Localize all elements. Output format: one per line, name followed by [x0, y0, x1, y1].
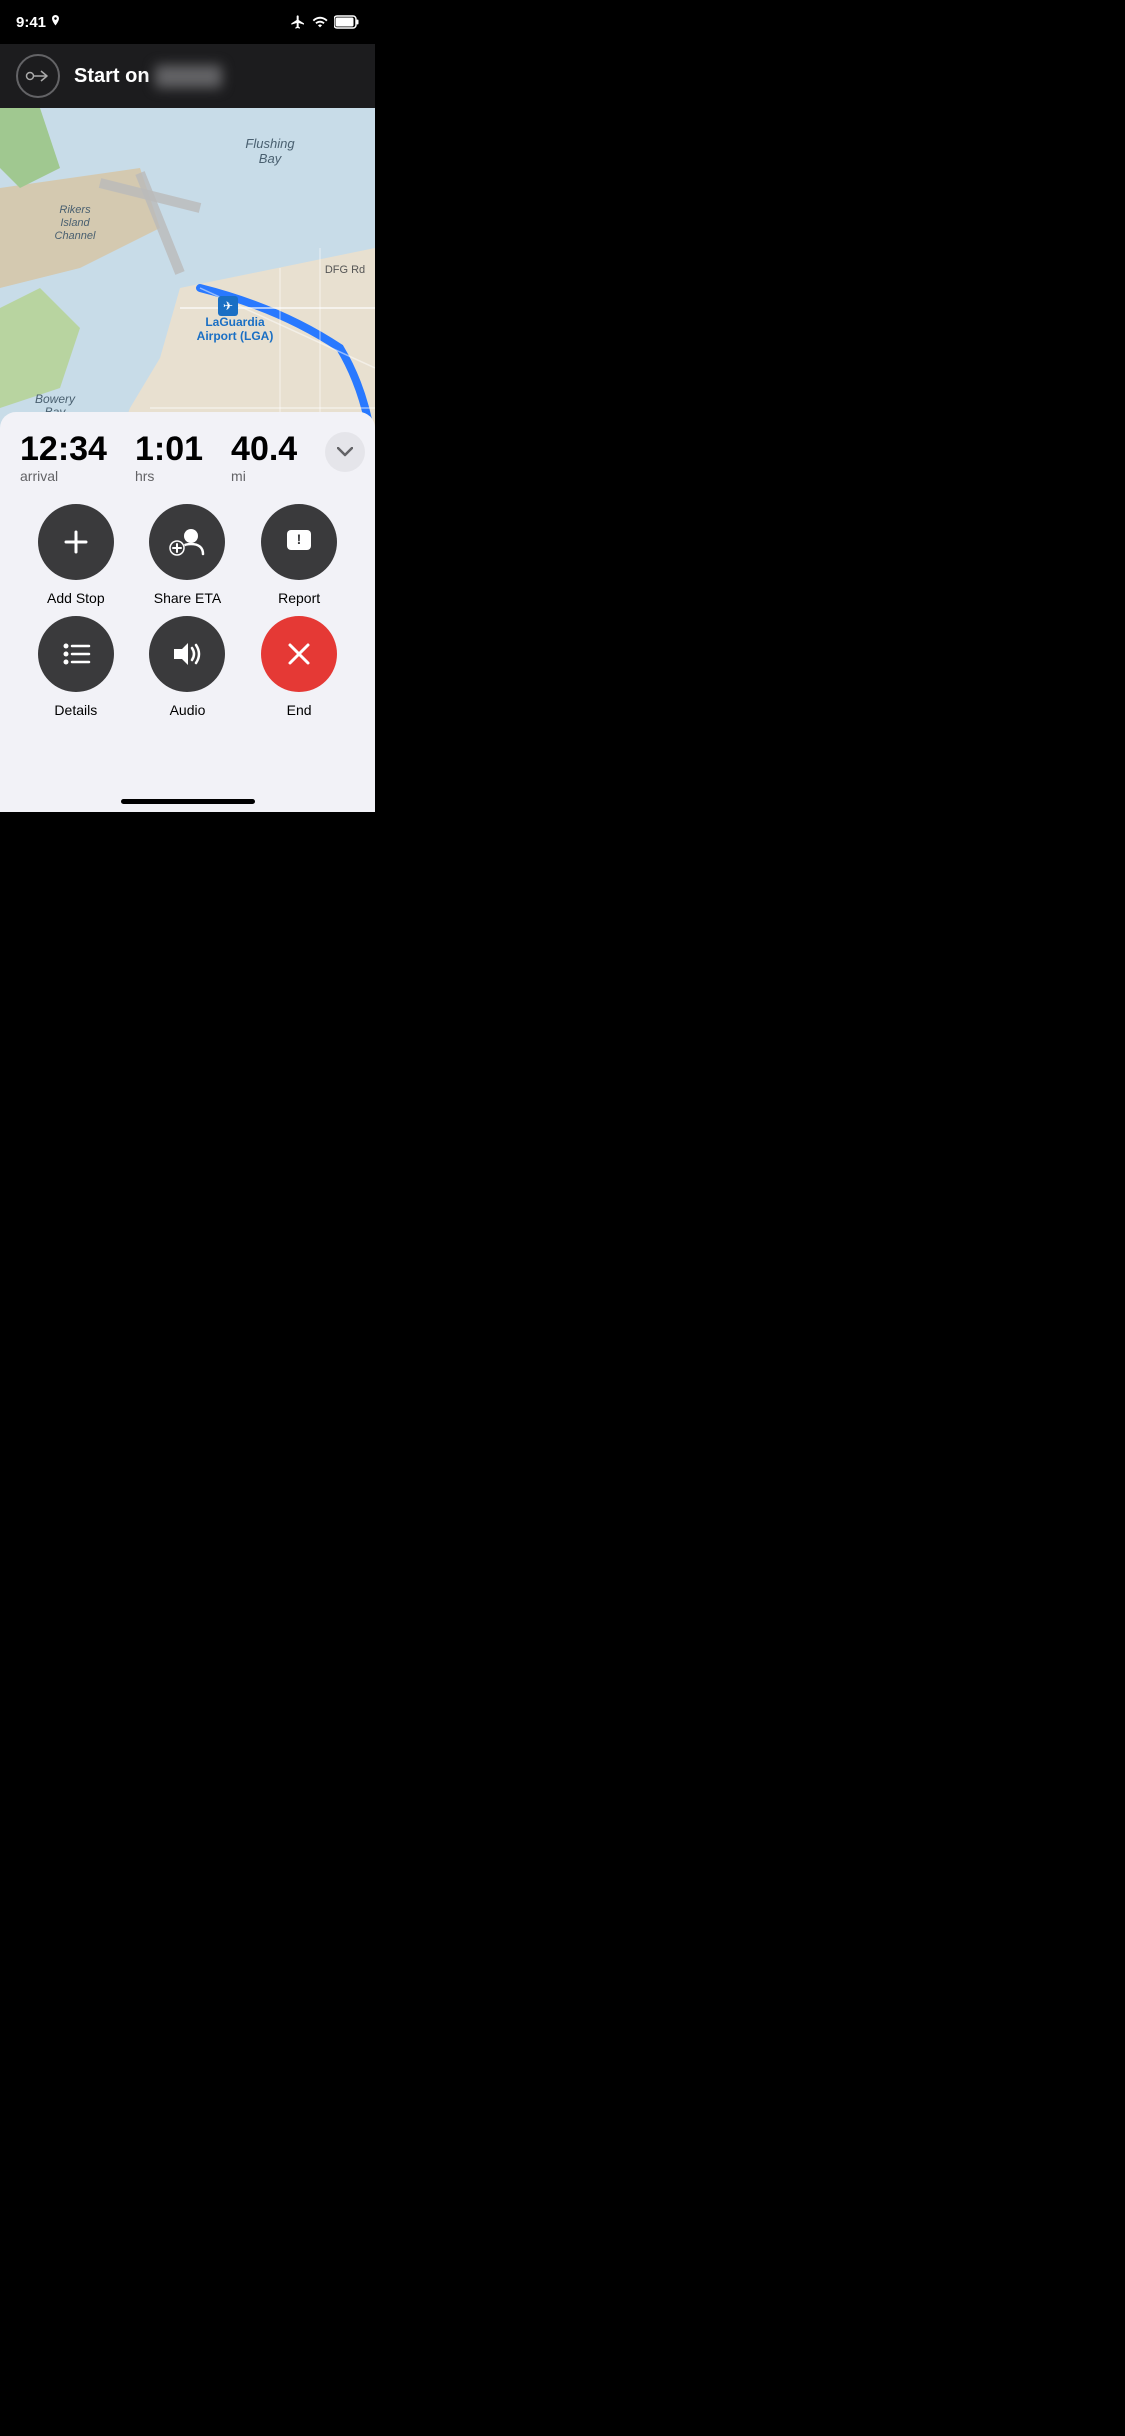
add-stop-icon-circle — [38, 504, 114, 580]
svg-text:Island: Island — [60, 217, 90, 229]
location-icon — [50, 15, 61, 29]
eta-duration: 1:01 hrs — [135, 432, 203, 484]
svg-text:DFG Rd: DFG Rd — [325, 264, 365, 276]
share-eta-icon-circle — [149, 504, 225, 580]
audio-icon-circle — [149, 616, 225, 692]
svg-text:!: ! — [297, 531, 302, 547]
svg-text:Bowery: Bowery — [35, 392, 76, 406]
svg-text:✈: ✈ — [223, 299, 233, 313]
direction-icon — [16, 54, 60, 98]
wifi-icon — [312, 14, 328, 30]
nav-banner: Start on — [0, 44, 375, 108]
svg-text:Flushing: Flushing — [245, 136, 295, 151]
status-bar: 9:41 — [0, 0, 375, 44]
bottom-sheet: 12:34 arrival 1:01 hrs 40.4 mi — [0, 412, 375, 812]
report-icon-circle: ! — [261, 504, 337, 580]
share-eta-button[interactable]: Share ETA — [137, 504, 237, 606]
add-stop-label: Add Stop — [47, 590, 105, 606]
home-indicator — [121, 799, 255, 804]
svg-text:Bay: Bay — [259, 151, 283, 166]
status-icons — [290, 14, 359, 30]
arrival-label: arrival — [20, 468, 107, 484]
details-icon-circle — [38, 616, 114, 692]
share-eta-label: Share ETA — [154, 590, 221, 606]
battery-icon — [334, 15, 359, 29]
details-button[interactable]: Details — [26, 616, 126, 718]
audio-label: Audio — [170, 702, 206, 718]
status-time: 9:41 — [16, 14, 61, 31]
end-label: End — [287, 702, 312, 718]
details-label: Details — [54, 702, 97, 718]
eta-row: 12:34 arrival 1:01 hrs 40.4 mi — [0, 412, 375, 494]
expand-button[interactable] — [325, 432, 365, 472]
add-stop-button[interactable]: Add Stop — [26, 504, 126, 606]
report-button[interactable]: ! Report — [249, 504, 349, 606]
report-label: Report — [278, 590, 320, 606]
svg-text:Rikers: Rikers — [59, 204, 91, 216]
clock: 9:41 — [16, 14, 46, 31]
end-button[interactable]: End — [249, 616, 349, 718]
distance-value: 40.4 — [231, 432, 297, 466]
eta-distance: 40.4 mi — [231, 432, 297, 484]
duration-label: hrs — [135, 468, 203, 484]
arrival-time-value: 12:34 — [20, 432, 107, 466]
duration-value: 1:01 — [135, 432, 203, 466]
distance-label: mi — [231, 468, 297, 484]
eta-arrival: 12:34 arrival — [20, 432, 107, 484]
svg-text:LaGuardia: LaGuardia — [205, 315, 265, 329]
buttons-row-2: Details Audio — [20, 616, 355, 718]
svg-text:Channel: Channel — [55, 230, 97, 242]
nav-instruction: Start on — [74, 65, 222, 88]
svg-text:Airport (LGA): Airport (LGA) — [197, 329, 274, 343]
airplane-icon — [290, 14, 306, 30]
audio-button[interactable]: Audio — [137, 616, 237, 718]
action-buttons: Add Stop Share ETA — [0, 494, 375, 812]
end-icon-circle — [261, 616, 337, 692]
buttons-row-1: Add Stop Share ETA — [20, 504, 355, 606]
